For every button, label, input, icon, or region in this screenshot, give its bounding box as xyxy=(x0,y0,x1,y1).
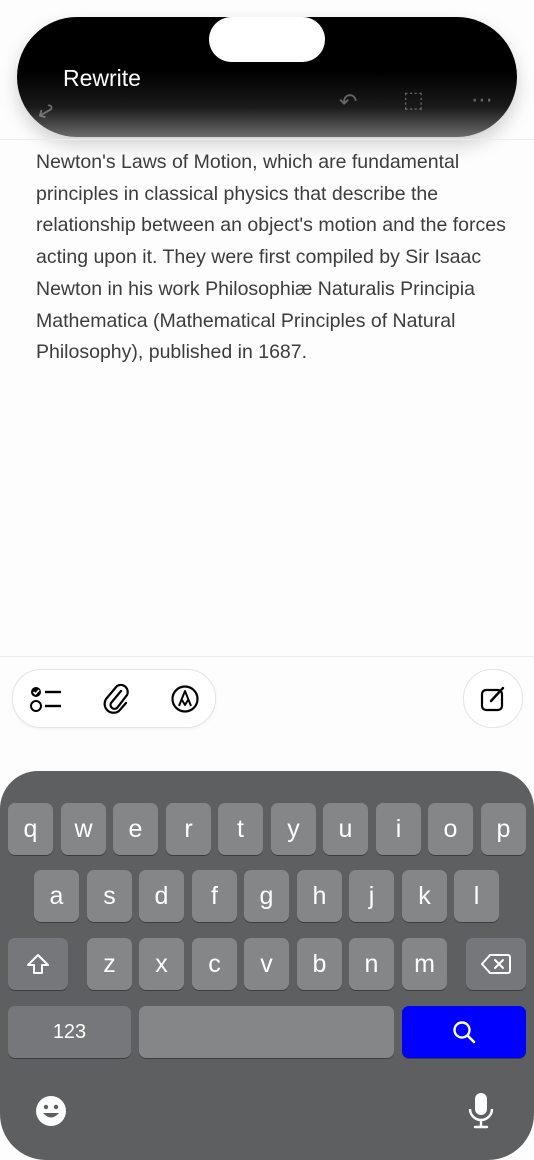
banner-title: Rewrite xyxy=(63,65,141,91)
key-p[interactable]: p xyxy=(481,803,526,855)
paperclip-icon xyxy=(103,683,129,714)
note-toolbar xyxy=(12,669,216,728)
more-icon: ⋯ xyxy=(471,87,493,112)
key-c[interactable]: c xyxy=(192,938,237,990)
key-t[interactable]: t xyxy=(218,803,263,855)
key-e[interactable]: e xyxy=(113,803,158,855)
key-m[interactable]: m xyxy=(402,938,447,990)
key-z[interactable]: z xyxy=(87,938,132,990)
key-r[interactable]: r xyxy=(166,803,211,855)
delete-icon xyxy=(481,954,511,974)
attach-button[interactable] xyxy=(99,682,133,716)
key-y[interactable]: y xyxy=(271,803,316,855)
microphone-icon xyxy=(468,1093,494,1129)
key-k[interactable]: k xyxy=(402,870,447,922)
markup-pen-icon xyxy=(171,685,199,713)
shift-key[interactable] xyxy=(8,938,68,990)
search-icon xyxy=(453,1021,476,1044)
key-g[interactable]: g xyxy=(244,870,289,922)
numbers-key[interactable]: 123 xyxy=(8,1006,131,1058)
key-a[interactable]: a xyxy=(34,870,79,922)
delete-key[interactable] xyxy=(466,938,526,990)
share-icon: ⬚ xyxy=(403,87,424,112)
key-l[interactable]: l xyxy=(454,870,499,922)
keyboard: q w e r t y u i o p a s d f g h j k l z … xyxy=(0,771,534,1160)
key-x[interactable]: x xyxy=(139,938,184,990)
shift-icon xyxy=(27,954,49,974)
markup-button[interactable] xyxy=(168,682,202,716)
checklist-icon xyxy=(30,687,61,712)
emoji-icon xyxy=(36,1096,66,1126)
key-f[interactable]: f xyxy=(192,870,237,922)
key-i[interactable]: i xyxy=(376,803,421,855)
key-b[interactable]: b xyxy=(297,938,342,990)
compose-icon xyxy=(480,686,505,711)
back-arrow-icon: ↩ xyxy=(31,96,61,128)
key-n[interactable]: n xyxy=(349,938,394,990)
dynamic-island xyxy=(209,17,325,62)
key-q[interactable]: q xyxy=(8,803,53,855)
note-body-text[interactable]: Newton's Laws of Motion, which are funda… xyxy=(36,147,506,369)
key-j[interactable]: j xyxy=(349,870,394,922)
key-v[interactable]: v xyxy=(244,938,289,990)
compose-button[interactable] xyxy=(463,669,523,728)
undo-icon: ↶ xyxy=(339,89,358,114)
key-h[interactable]: h xyxy=(297,870,342,922)
divider xyxy=(0,139,534,140)
search-key[interactable] xyxy=(402,1006,526,1058)
key-o[interactable]: o xyxy=(428,803,473,855)
divider xyxy=(0,656,534,657)
key-d[interactable]: d xyxy=(139,870,184,922)
space-key[interactable] xyxy=(139,1006,394,1058)
rewrite-banner[interactable]: ↩ ↶ ⬚ ⋯ Rewrite xyxy=(17,17,517,137)
emoji-button[interactable] xyxy=(34,1094,68,1128)
key-s[interactable]: s xyxy=(87,870,132,922)
key-w[interactable]: w xyxy=(61,803,106,855)
key-u[interactable]: u xyxy=(323,803,368,855)
checklist-button[interactable] xyxy=(29,682,63,716)
dictation-button[interactable] xyxy=(466,1091,496,1131)
